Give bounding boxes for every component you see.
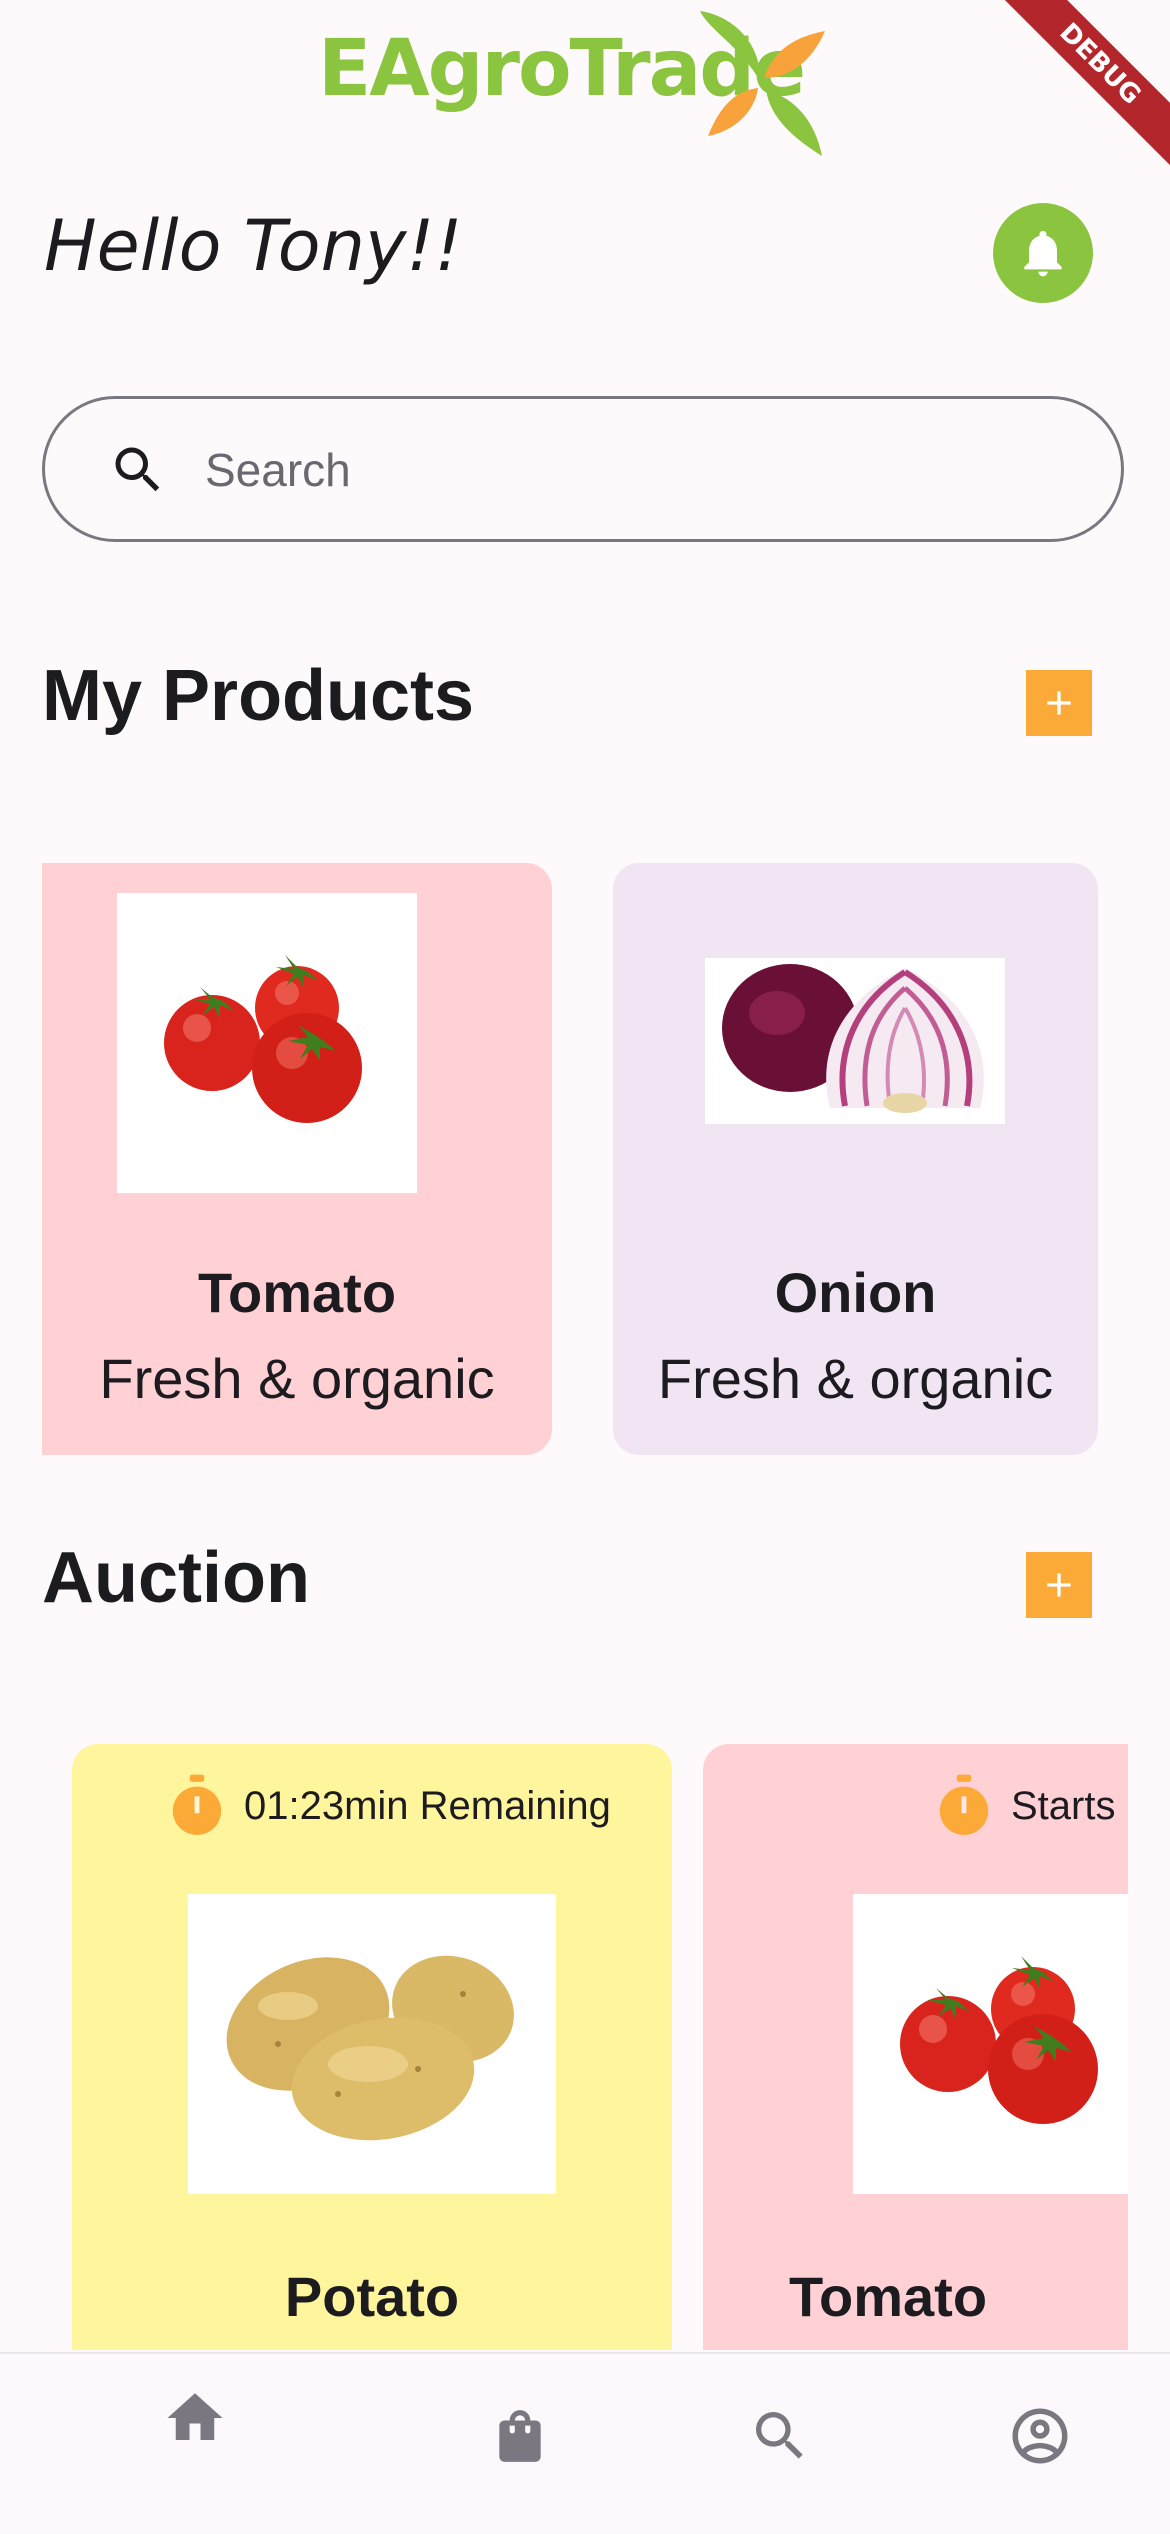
product-card-tomato[interactable]: Tomato Fresh & organic [42, 863, 552, 1455]
product-name: Tomato [197, 1261, 397, 1324]
product-name: Onion [774, 1261, 937, 1324]
auction-timer: 01:23min Remaining [168, 1774, 611, 1838]
search-icon [115, 447, 160, 492]
auction-card-potato[interactable]: 01:23min Remaining Potato [72, 1744, 672, 2350]
my-products-title: My Products [42, 656, 475, 736]
product-description: Fresh & organic [99, 1347, 495, 1410]
plus-icon [1047, 1573, 1071, 1597]
tomato-image [853, 1894, 1128, 2194]
stopwatch-icon [939, 1774, 989, 1835]
greeting-text: Hello Tony!! [44, 205, 463, 287]
leaf-logo-icon [700, 11, 825, 156]
add-product-button[interactable] [1026, 670, 1092, 736]
add-auction-button[interactable] [1026, 1552, 1092, 1618]
nav-shop[interactable] [480, 2396, 560, 2476]
search-icon [756, 2412, 803, 2459]
shopping-bag-icon [499, 2410, 541, 2462]
product-card-onion[interactable]: Onion Fresh & organic [613, 863, 1098, 1455]
stopwatch-icon [172, 1774, 222, 1835]
search-input[interactable] [205, 440, 1065, 500]
bell-icon [1024, 230, 1062, 277]
nav-search[interactable] [740, 2396, 820, 2476]
account-circle-icon [1012, 2408, 1068, 2464]
tomato-image [117, 893, 417, 1193]
potato-image [188, 1894, 556, 2194]
nav-home[interactable] [155, 2378, 235, 2458]
auction-title: Auction [42, 1538, 310, 1618]
debug-label: DEBUG [985, 0, 1170, 179]
product-description: Fresh & organic [657, 1347, 1054, 1410]
nav-profile[interactable] [1000, 2396, 1080, 2476]
home-icon [167, 2393, 223, 2440]
plus-icon [1047, 691, 1071, 715]
onion-image [705, 958, 1005, 1124]
notifications-button[interactable] [993, 203, 1093, 303]
auction-timer-text: Starts [1011, 1783, 1116, 1828]
auction-product-name: Tomato [788, 2265, 988, 2328]
auction-carousel[interactable]: 01:23min Remaining Potato Starts Tomato [0, 1730, 1128, 2350]
auction-timer-text: 01:23min Remaining [244, 1783, 611, 1828]
auction-product-name: Potato [284, 2265, 460, 2328]
auction-card-tomato[interactable]: Starts Tomato [703, 1744, 1128, 2350]
auction-timer: Starts [935, 1774, 1115, 1838]
